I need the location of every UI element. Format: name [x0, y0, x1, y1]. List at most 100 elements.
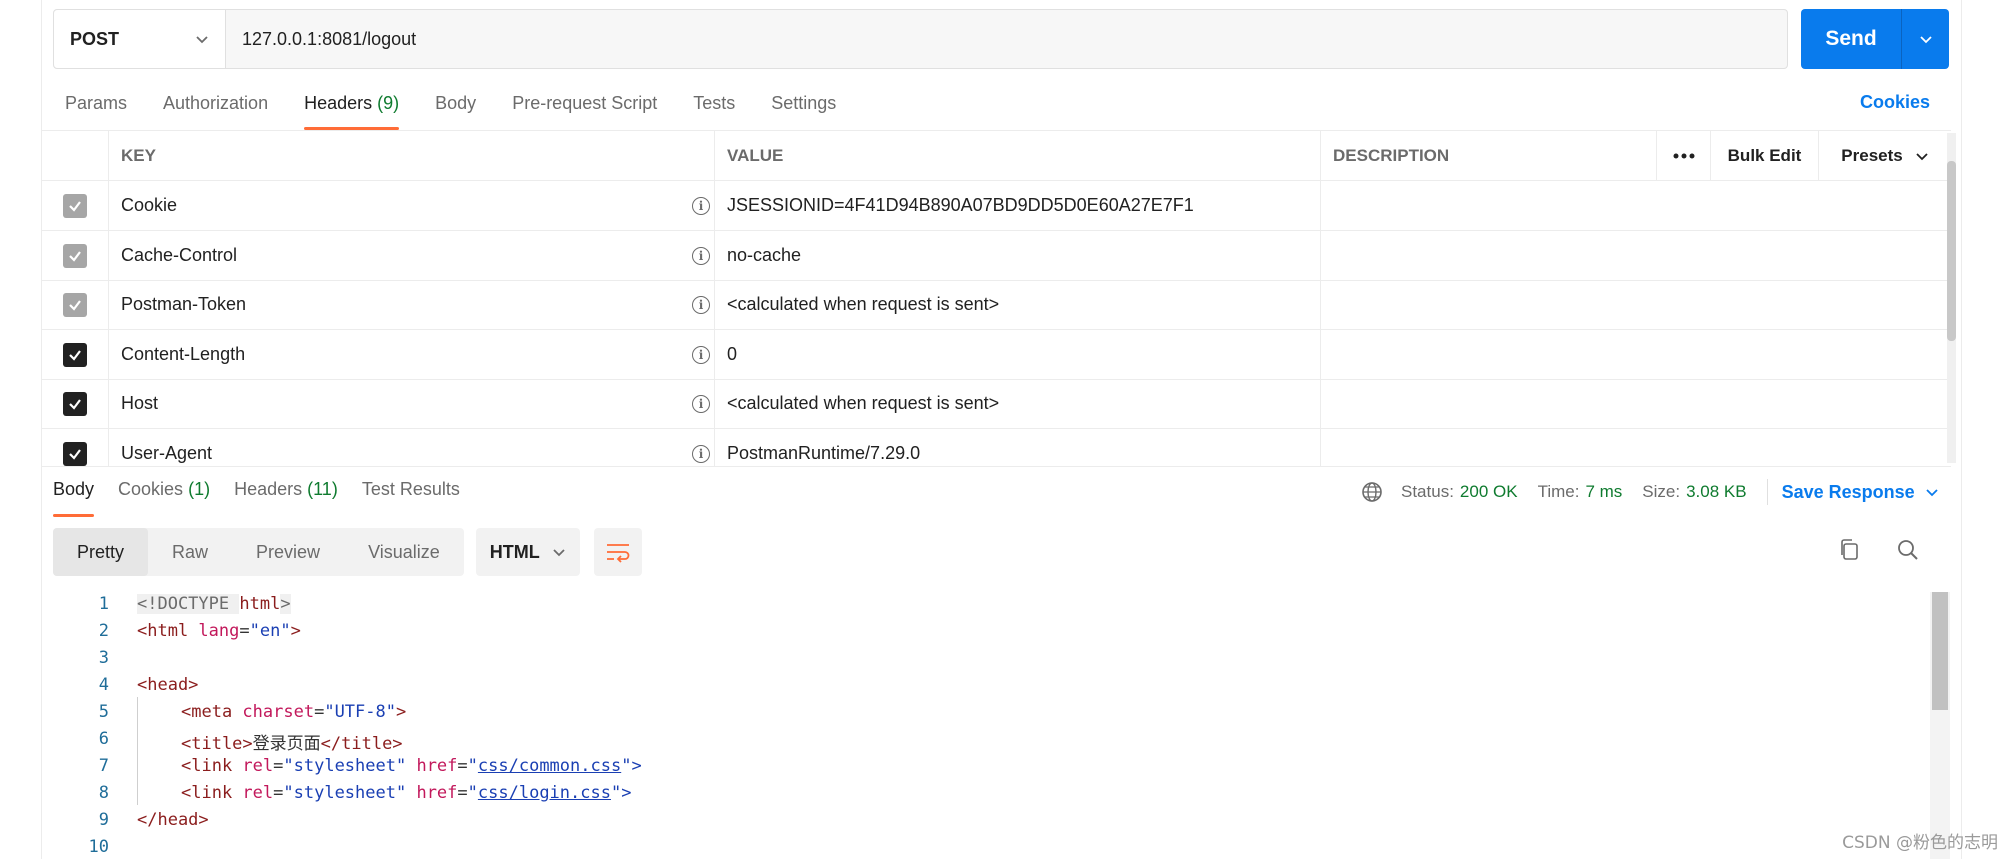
send-button[interactable]: Send: [1801, 9, 1949, 69]
info-icon[interactable]: i: [692, 295, 710, 314]
line-number: 6: [98, 729, 109, 749]
checkbox[interactable]: [62, 342, 87, 367]
header-description[interactable]: [1321, 231, 1951, 280]
header-value[interactable]: no-cache: [715, 231, 1321, 280]
header-value[interactable]: 0: [715, 330, 1321, 379]
checkbox[interactable]: [62, 391, 87, 416]
presets-label: Presets: [1841, 145, 1903, 165]
info-icon[interactable]: i: [692, 394, 710, 413]
column-value: VALUE: [715, 131, 1321, 180]
table-row: Host i <calculated when request is sent>: [41, 379, 1951, 429]
time-value[interactable]: 7 ms: [1585, 482, 1622, 502]
tab-body[interactable]: Body: [435, 88, 476, 130]
wrap-lines-button[interactable]: [593, 528, 642, 576]
more-options-icon[interactable]: [1657, 131, 1711, 180]
header-key[interactable]: Postman-Token: [121, 294, 246, 315]
header-key[interactable]: Cookie: [121, 195, 177, 216]
wrap-lines-icon: [606, 544, 630, 563]
header-value[interactable]: JSESSIONID=4F41D94B890A07BD9DD5D0E60A27E…: [715, 181, 1321, 230]
checkbox[interactable]: [62, 292, 87, 317]
response-bar: Body Cookies (1) Headers (11) Test Resul…: [41, 466, 1951, 517]
status-label: Status:: [1401, 482, 1454, 501]
copy-icon[interactable]: [1838, 538, 1860, 562]
table-row: Content-Length i 0: [41, 330, 1951, 380]
checkbox[interactable]: [62, 193, 87, 218]
search-icon[interactable]: [1896, 538, 1920, 562]
header-description[interactable]: [1321, 330, 1951, 379]
chevron-down-icon: [553, 549, 565, 557]
response-tab-headers[interactable]: Headers (11): [234, 479, 338, 517]
response-code-viewer[interactable]: 1 2 3 4 5 6 7 8 9 10 <!DOCTYPE html> <ht…: [53, 590, 1923, 859]
view-mode-visualize[interactable]: Visualize: [344, 528, 464, 576]
header-key[interactable]: Content-Length: [121, 344, 245, 365]
line-number: 3: [98, 648, 109, 668]
checkbox[interactable]: [62, 243, 87, 268]
bulk-edit-button[interactable]: Bulk Edit: [1711, 131, 1819, 180]
send-options-chevron-icon[interactable]: [1902, 9, 1949, 69]
status-value[interactable]: 200 OK: [1460, 482, 1518, 502]
time-label: Time:: [1537, 482, 1580, 501]
header-description[interactable]: [1321, 379, 1951, 428]
info-icon[interactable]: i: [692, 196, 710, 215]
format-select[interactable]: HTML: [475, 528, 580, 576]
line-number: 1: [98, 594, 109, 614]
response-tab-test-results[interactable]: Test Results: [362, 479, 460, 517]
chevron-down-icon: [1916, 152, 1928, 160]
cookies-link[interactable]: Cookies: [1860, 92, 1930, 113]
code-line: <head>: [137, 675, 199, 695]
line-number: 2: [98, 621, 109, 641]
info-icon[interactable]: i: [692, 246, 710, 265]
stylesheet-link[interactable]: css/common.css: [478, 756, 621, 776]
stylesheet-link[interactable]: css/login.css: [478, 783, 611, 803]
view-mode-preview[interactable]: Preview: [232, 528, 344, 576]
header-description[interactable]: [1321, 181, 1951, 230]
size-label: Size:: [1642, 482, 1681, 501]
response-tab-cookies[interactable]: Cookies (1): [118, 479, 210, 517]
table-row: Postman-Token i <calculated when request …: [41, 280, 1951, 330]
info-icon[interactable]: i: [692, 444, 710, 463]
header-value[interactable]: <calculated when request is sent>: [715, 280, 1321, 329]
chevron-down-icon: [1926, 489, 1938, 497]
tab-headers[interactable]: Headers (9): [304, 88, 400, 130]
code-line: <!DOCTYPE html>: [137, 594, 291, 614]
headers-count: (9): [377, 93, 400, 113]
table-row: Cookie i JSESSIONID=4F41D94B890A07BD9DD5D…: [41, 181, 1951, 231]
table-row: User-Agent i PostmanRuntime/7.29.0: [41, 429, 1951, 467]
response-tab-body[interactable]: Body: [53, 479, 95, 517]
request-url-bar: POST 127.0.0.1:8081/logout: [53, 9, 1788, 69]
line-number: 9: [98, 810, 109, 830]
code-line: <title>登录页面</title>: [181, 734, 403, 754]
globe-icon[interactable]: [1361, 481, 1383, 503]
size-value[interactable]: 3.08 KB: [1686, 482, 1747, 502]
url-input[interactable]: 127.0.0.1:8081/logout: [226, 10, 1787, 68]
code-line: <link rel="stylesheet" href="css/login.c…: [181, 783, 632, 803]
line-number: 8: [98, 783, 109, 803]
view-mode-raw[interactable]: Raw: [148, 528, 232, 576]
tab-params[interactable]: Params: [65, 88, 127, 130]
line-number: 7: [98, 756, 109, 776]
header-value[interactable]: PostmanRuntime/7.29.0: [715, 429, 1321, 467]
headers-scrollbar[interactable]: [1947, 133, 1956, 463]
tab-settings[interactable]: Settings: [771, 88, 836, 130]
presets-dropdown[interactable]: Presets: [1819, 131, 1951, 180]
tab-tests[interactable]: Tests: [693, 88, 735, 130]
view-mode-pretty[interactable]: Pretty: [53, 528, 149, 576]
header-value[interactable]: <calculated when request is sent>: [715, 379, 1321, 428]
header-key[interactable]: User-Agent: [121, 443, 212, 464]
method-select[interactable]: POST: [54, 10, 226, 68]
header-key[interactable]: Host: [121, 393, 158, 414]
header-description[interactable]: [1321, 429, 1951, 467]
code-line: <html lang="en">: [137, 621, 301, 641]
header-key[interactable]: Cache-Control: [121, 245, 237, 266]
tab-authorization[interactable]: Authorization: [163, 88, 268, 130]
info-icon[interactable]: i: [692, 345, 710, 364]
request-tabs: Params Authorization Headers (9) Body Pr…: [65, 88, 872, 130]
save-response-button[interactable]: Save Response: [1782, 482, 1939, 503]
table-row: Cache-Control i no-cache: [41, 231, 1951, 281]
code-scrollbar[interactable]: [1930, 592, 1950, 859]
format-label: HTML: [489, 541, 540, 562]
header-description[interactable]: [1321, 280, 1951, 329]
checkbox[interactable]: [62, 441, 87, 466]
tab-pre-request-script[interactable]: Pre-request Script: [512, 88, 657, 130]
line-number: 10: [88, 837, 109, 857]
